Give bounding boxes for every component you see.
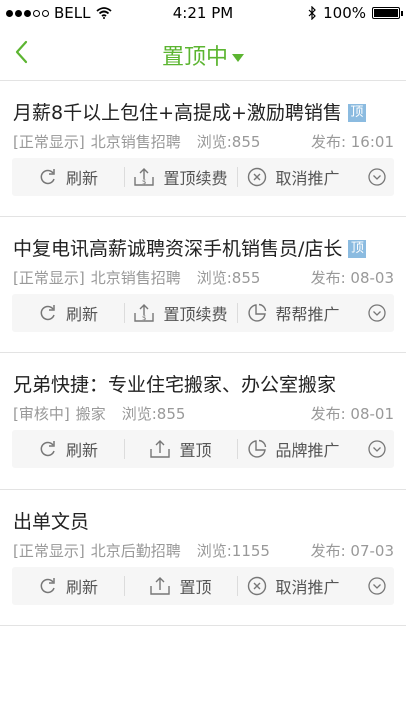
refresh-icon	[38, 167, 62, 187]
pin-top-fee-icon: $	[133, 303, 159, 323]
battery-fill	[374, 9, 398, 17]
action-bar: 刷新 置顶 品牌推广	[12, 430, 394, 468]
refresh-icon	[38, 439, 62, 459]
pin-top-icon	[149, 439, 175, 459]
action-label: 帮帮推广	[275, 305, 340, 324]
listing-card[interactable]: 中复电讯高薪诚聘资深手机销售员/店长顶 [正常显示] 北京销售招聘 浏览:855 发布:…	[0, 217, 406, 353]
listing-title[interactable]: 出单文员	[13, 507, 89, 534]
listing-category: 搬家	[75, 405, 106, 423]
nav-title-dropdown[interactable]: 置顶中	[0, 39, 406, 71]
listing-title-text: 兄弟快捷：专业住宅搬家、办公室搬家	[13, 374, 337, 396]
bangbang-promote-button[interactable]: 帮帮推广	[237, 294, 350, 332]
action-label: 刷新	[65, 578, 98, 597]
pin-top-icon	[149, 576, 175, 596]
listing-date: 发布: 08-03	[310, 269, 394, 287]
top-badge: 顶	[348, 240, 367, 258]
refresh-button[interactable]: 刷新	[12, 430, 124, 468]
refresh-button[interactable]: 刷新	[12, 294, 124, 332]
listing-status: [审核中]	[13, 405, 70, 423]
cancel-promotion-button[interactable]: 取消推广	[237, 158, 350, 196]
chevron-down-icon[interactable]	[368, 168, 386, 186]
listing-category: 北京后勤招聘	[90, 542, 181, 560]
listing-card[interactable]: 月薪8千以上包住+高提成+激励聘销售顶 [正常显示] 北京销售招聘 浏览:855 发布:…	[0, 81, 406, 217]
chevron-down-icon[interactable]	[368, 440, 386, 458]
action-label: 置顶续费	[163, 169, 228, 188]
refresh-icon	[38, 303, 62, 323]
listing-card[interactable]: 兄弟快捷：专业住宅搬家、办公室搬家 [审核中] 搬家 浏览:855 发布: 08-01 刷…	[0, 353, 406, 490]
listing-meta: [正常显示] 北京后勤招聘 浏览:1155 发布: 07-03	[13, 540, 394, 561]
renew-top-button[interactable]: $ 置顶续费	[124, 294, 237, 332]
listing-title-text: 出单文员	[13, 511, 90, 533]
action-label: 置顶	[179, 578, 212, 597]
listing-views: 浏览:1155	[196, 542, 270, 560]
action-label: 取消推广	[275, 169, 340, 188]
listing-date: 发布: 08-01	[310, 405, 394, 423]
listing-status: [正常显示]	[13, 133, 85, 151]
listing-title-text: 中复电讯高薪诚聘资深手机销售员/店长	[13, 238, 343, 260]
pin-top-button[interactable]: 置顶	[124, 430, 237, 468]
action-label: 刷新	[65, 441, 98, 460]
action-label: 取消推广	[275, 578, 340, 597]
promote-icon	[247, 303, 271, 323]
action-label: 置顶续费	[163, 305, 228, 324]
listing-date: 发布: 16:01	[310, 133, 394, 151]
action-bar: 刷新 $ 置顶续费 帮帮推广	[12, 294, 394, 332]
page-title: 置顶中	[161, 45, 228, 70]
status-bar: BELL 4:21 PM 100%	[0, 0, 406, 26]
promote-icon	[247, 439, 271, 459]
listing-meta: [审核中] 搬家 浏览:855 发布: 08-01	[13, 403, 394, 424]
listing-views: 浏览:855	[121, 405, 186, 423]
pin-top-button[interactable]: 置顶	[124, 567, 237, 605]
listing-meta: [正常显示] 北京销售招聘 浏览:855 发布: 16:01	[13, 131, 394, 152]
listing-list: 月薪8千以上包住+高提成+激励聘销售顶 [正常显示] 北京销售招聘 浏览:855 发布:…	[0, 81, 406, 626]
cancel-circle-icon	[247, 576, 271, 596]
action-label: 刷新	[65, 305, 98, 324]
brand-promote-button[interactable]: 品牌推广	[237, 430, 350, 468]
chevron-down-icon[interactable]	[368, 577, 386, 595]
listing-status: [正常显示]	[13, 269, 85, 287]
refresh-button[interactable]: 刷新	[12, 158, 124, 196]
bluetooth-icon	[308, 6, 316, 20]
listing-title-text: 月薪8千以上包住+高提成+激励聘销售	[13, 102, 342, 124]
status-right: 100%	[308, 4, 403, 22]
pin-top-fee-icon: $	[133, 167, 159, 187]
chevron-down-icon	[232, 54, 244, 62]
renew-top-button[interactable]: $ 置顶续费	[124, 158, 237, 196]
top-badge: 顶	[347, 104, 366, 122]
battery-percent: 100%	[323, 4, 366, 22]
listing-category: 北京销售招聘	[90, 133, 181, 151]
nav-bar: 置顶中	[0, 26, 406, 81]
listing-date: 发布: 07-03	[310, 542, 394, 560]
listing-title[interactable]: 中复电讯高薪诚聘资深手机销售员/店长顶	[13, 234, 367, 261]
listing-meta: [正常显示] 北京销售招聘 浏览:855 发布: 08-03	[13, 267, 394, 288]
action-bar: 刷新 $ 置顶续费 取消推广	[12, 158, 394, 196]
action-label: 刷新	[65, 169, 98, 188]
action-label: 置顶	[179, 441, 212, 460]
listing-views: 浏览:855	[196, 269, 261, 287]
cancel-circle-icon	[247, 167, 271, 187]
listing-views: 浏览:855	[196, 133, 261, 151]
svg-text:$: $	[142, 314, 146, 322]
action-label: 品牌推广	[275, 441, 340, 460]
battery-icon	[372, 7, 403, 19]
refresh-icon	[38, 576, 62, 596]
action-bar: 刷新 置顶 取消推广	[12, 567, 394, 605]
svg-text:$: $	[142, 178, 146, 186]
listing-category: 北京销售招聘	[90, 269, 181, 287]
listing-title[interactable]: 兄弟快捷：专业住宅搬家、办公室搬家	[13, 370, 336, 397]
listing-title[interactable]: 月薪8千以上包住+高提成+激励聘销售顶	[13, 98, 366, 125]
refresh-button[interactable]: 刷新	[12, 567, 124, 605]
listing-status: [正常显示]	[13, 542, 85, 560]
chevron-down-icon[interactable]	[368, 304, 386, 322]
cancel-promotion-button[interactable]: 取消推广	[237, 567, 350, 605]
listing-card[interactable]: 出单文员 [正常显示] 北京后勤招聘 浏览:1155 发布: 07-03 刷新 置顶 取消推广	[0, 490, 406, 626]
